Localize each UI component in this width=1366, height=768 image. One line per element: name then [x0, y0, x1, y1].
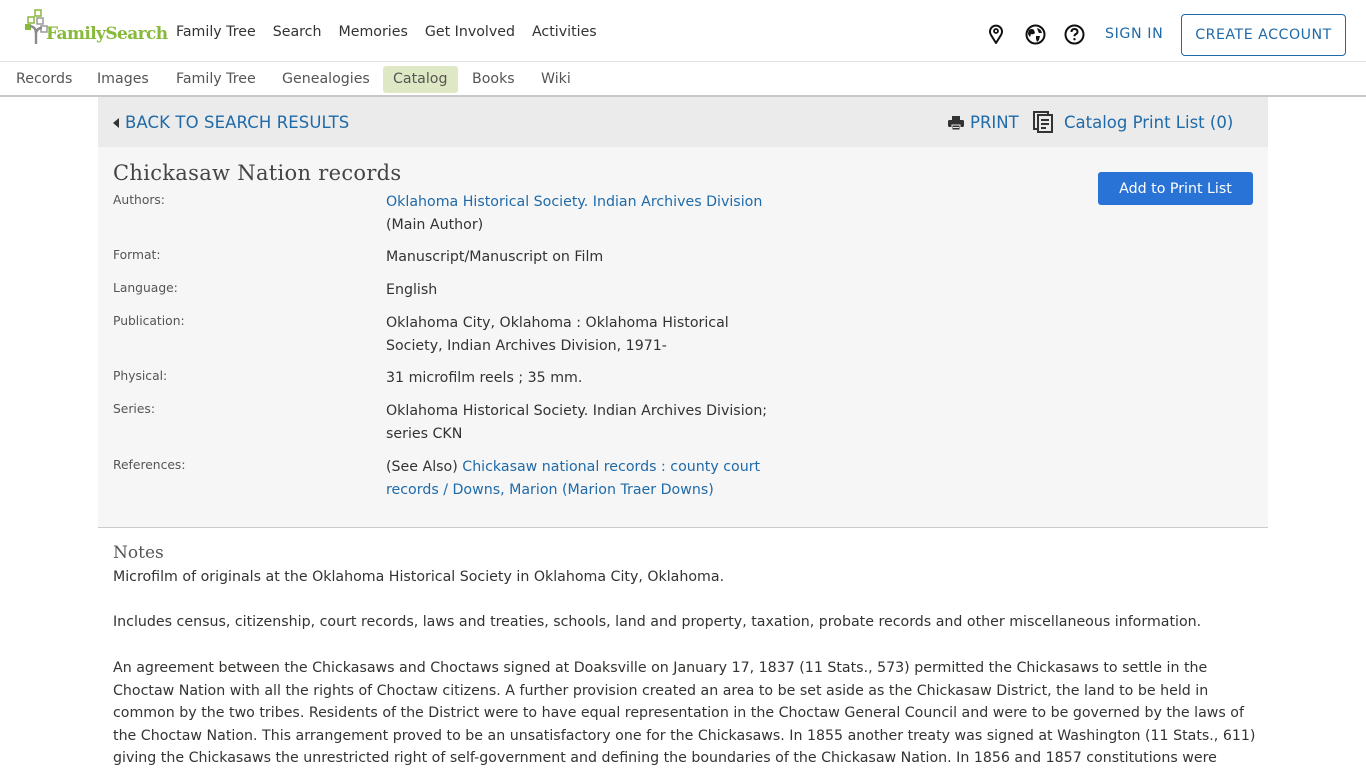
- back-to-search-results-link[interactable]: BACK TO SEARCH RESULTS: [113, 113, 349, 132]
- main-nav: Family Tree Search Memories Get Involved…: [176, 24, 614, 40]
- language-label: Language:: [113, 281, 178, 295]
- print-list-label: Catalog Print List (0): [1064, 112, 1234, 132]
- subnav-family-tree[interactable]: Family Tree: [166, 66, 266, 93]
- subnav-catalog[interactable]: Catalog: [383, 66, 458, 93]
- authors-value: Oklahoma Historical Society. Indian Arch…: [386, 191, 786, 237]
- notes-paragraph: An agreement between the Chickasaws and …: [113, 660, 1256, 767]
- references-value: (See Also) Chickasaw national records : …: [386, 456, 771, 502]
- header-icons: [985, 23, 1102, 45]
- nav-family-tree[interactable]: Family Tree: [176, 24, 256, 40]
- nav-search[interactable]: Search: [273, 24, 322, 40]
- series-value: Oklahoma Historical Society. Indian Arch…: [386, 403, 768, 442]
- catalog-subnav: Records Images Family Tree Genealogies C…: [0, 62, 1366, 97]
- nav-activities[interactable]: Activities: [532, 24, 597, 40]
- printer-icon: [948, 115, 964, 130]
- publication-label: Publication:: [113, 314, 185, 328]
- location-pin-icon[interactable]: [985, 23, 1007, 45]
- add-to-print-list-button[interactable]: Add to Print List: [1098, 172, 1253, 205]
- references-label: References:: [113, 458, 186, 472]
- authors-label: Authors:: [113, 193, 165, 207]
- create-account-button[interactable]: CREATE ACCOUNT: [1181, 14, 1346, 56]
- language-value: English: [386, 282, 438, 298]
- print-label: PRINT: [970, 113, 1019, 132]
- format-label: Format:: [113, 248, 161, 262]
- logo-text: FamilySearch: [46, 24, 168, 44]
- notes-paragraph: Includes census, citizenship, court reco…: [113, 614, 1202, 630]
- publication-value: Oklahoma City, Oklahoma : Oklahoma Histo…: [386, 315, 729, 354]
- family-tree-logo-icon: [25, 9, 48, 44]
- subnav-wiki[interactable]: Wiki: [531, 66, 581, 93]
- record-panel: BACK TO SEARCH RESULTS PRINT Catalog Pri…: [98, 97, 1268, 528]
- sign-in-link[interactable]: SIGN IN: [1105, 26, 1163, 42]
- back-label: BACK TO SEARCH RESULTS: [125, 113, 350, 132]
- subnav-records[interactable]: Records: [6, 66, 82, 93]
- physical-value: 31 microfilm reels ; 35 mm.: [386, 370, 583, 386]
- record-title: Chickasaw Nation records: [113, 161, 402, 185]
- globe-icon[interactable]: [1024, 23, 1046, 45]
- format-value: Manuscript/Manuscript on Film: [386, 249, 604, 265]
- author-role: (Main Author): [386, 217, 484, 233]
- catalog-print-list-link[interactable]: Catalog Print List (0): [1033, 111, 1233, 133]
- subnav-books[interactable]: Books: [462, 66, 525, 93]
- top-header: FamilySearch Family Tree Search Memories…: [0, 0, 1366, 62]
- author-link[interactable]: Oklahoma Historical Society. Indian Arch…: [386, 194, 762, 210]
- subnav-images[interactable]: Images: [87, 66, 159, 93]
- nav-get-involved[interactable]: Get Involved: [425, 24, 515, 40]
- notes-paragraph: Microfilm of originals at the Oklahoma H…: [113, 569, 725, 585]
- print-list-icon: [1033, 111, 1053, 133]
- print-link[interactable]: PRINT: [948, 113, 1019, 132]
- physical-label: Physical:: [113, 369, 168, 383]
- caret-left-icon: [113, 117, 119, 128]
- notes-heading: Notes: [113, 543, 164, 563]
- references-prefix: (See Also): [386, 459, 463, 475]
- nav-memories[interactable]: Memories: [338, 24, 407, 40]
- help-icon[interactable]: [1063, 23, 1085, 45]
- familysearch-logo[interactable]: FamilySearch: [24, 9, 168, 45]
- series-label: Series:: [113, 402, 155, 416]
- record-toolbar: BACK TO SEARCH RESULTS PRINT Catalog Pri…: [98, 97, 1268, 147]
- subnav-genealogies[interactable]: Genealogies: [272, 66, 380, 93]
